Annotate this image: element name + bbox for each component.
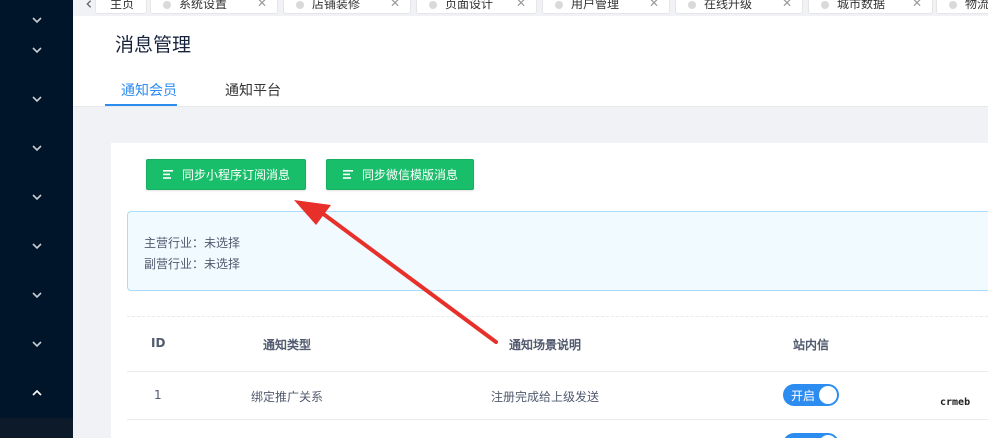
annotation-arrow [294, 200, 498, 344]
app-root: 主页 系统设置 ✕ 店铺装修 ✕ 页面设计 ✕ 用户管理 ✕ 在线升级 ✕ 城市… [0, 0, 988, 438]
